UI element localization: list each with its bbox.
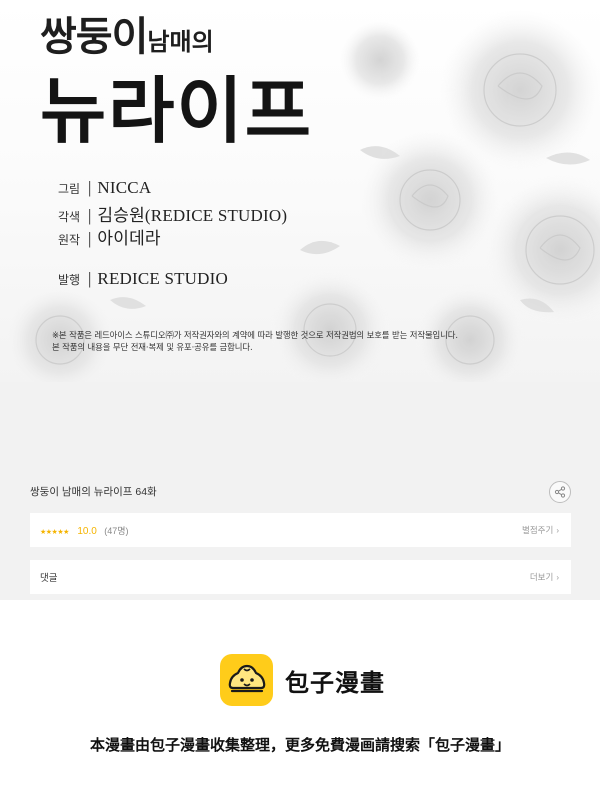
chevron-right-icon: › <box>556 526 559 535</box>
comments-more-button[interactable]: 더보기 › <box>530 571 559 583</box>
chevron-right-icon: › <box>556 573 559 582</box>
notice-line: ※본 작품은 레드아이스 스튜디오㈜가 저작권자와의 계약에 따라 발행한 것으… <box>52 330 458 340</box>
comments-more-label: 더보기 <box>529 572 554 582</box>
brand-name: 包子漫畫 <box>285 668 385 697</box>
credit-publisher: 발행 | REDICE STUDIO <box>58 269 287 292</box>
brand[interactable]: 包子漫畫 <box>220 654 385 706</box>
rating-stars: ★★★★★ <box>40 529 69 536</box>
series-title: 뉴라이프 <box>40 68 313 153</box>
cover-artwork: 쌍둥이남매의 뉴라이프 그림 | NICCA 각색 | 김승원(REDICE S… <box>0 0 600 382</box>
credit-adaptation: 각색 | 김승원(REDICE STUDIO) <box>58 201 288 225</box>
comments-label: 댓글 <box>40 573 58 584</box>
rating-card: ★★★★★ 10.0 (47명) 별점주기 › <box>30 513 571 547</box>
episode-title: 쌍둥이 남매의 뉴라이프 64화 <box>30 486 157 498</box>
credit-separator: | <box>88 178 92 197</box>
share-icon <box>554 486 566 498</box>
episode-panel: 쌍둥이 남매의 뉴라이프 64화 ★★★★★ 10.0 (47명) 별점주기 › … <box>0 382 600 600</box>
credit-separator: | <box>88 269 92 288</box>
share-button[interactable] <box>549 481 571 503</box>
comments-card: 댓글 더보기 › <box>30 560 571 594</box>
credit-original: 원작 | 아이데라 <box>58 224 287 248</box>
footer-note: 本漫畫由包子漫畫收集整理，更多免費漫画請搜索「包子漫畫」 <box>89 736 510 754</box>
rate-button-label: 별점주기 <box>522 525 554 535</box>
credit-value: 아이데라 <box>97 229 161 248</box>
bun-logo-icon <box>220 654 273 706</box>
credit-value: REDICE STUDIO <box>97 269 228 288</box>
rate-button[interactable]: 별점주기 › <box>522 524 559 536</box>
credit-separator: | <box>88 229 92 248</box>
notice-line: 본 작품의 내용을 무단 전재·복제 및 유포·공유를 금합니다. <box>52 342 253 352</box>
rating-summary: ★★★★★ 10.0 (47명) <box>40 521 129 539</box>
credit-art: 그림 | NICCA <box>58 178 287 201</box>
credit-value: NICCA <box>97 178 152 197</box>
credit-key: 원작 <box>58 233 81 247</box>
footer-branding: 包子漫畫 本漫畫由包子漫畫收集整理，更多免費漫画請搜索「包子漫畫」 <box>0 600 600 811</box>
credit-value: 김승원(REDICE STUDIO) <box>97 206 288 225</box>
copyright-notice: ※본 작품은 레드아이스 스튜디오㈜가 저작권자와의 계약에 따라 발행한 것으… <box>52 329 458 353</box>
bun-mascot-icon <box>228 664 265 693</box>
credit-key: 발행 <box>58 273 81 287</box>
credits-block: 그림 | NICCA 각색 | 김승원(REDICE STUDIO) 원작 | … <box>58 178 287 292</box>
credit-key: 그림 <box>58 182 81 196</box>
rating-score: 10.0 <box>77 526 97 537</box>
rating-votes: (47명) <box>104 526 129 536</box>
credit-separator: | <box>88 206 92 225</box>
credit-key: 각색 <box>58 210 81 224</box>
